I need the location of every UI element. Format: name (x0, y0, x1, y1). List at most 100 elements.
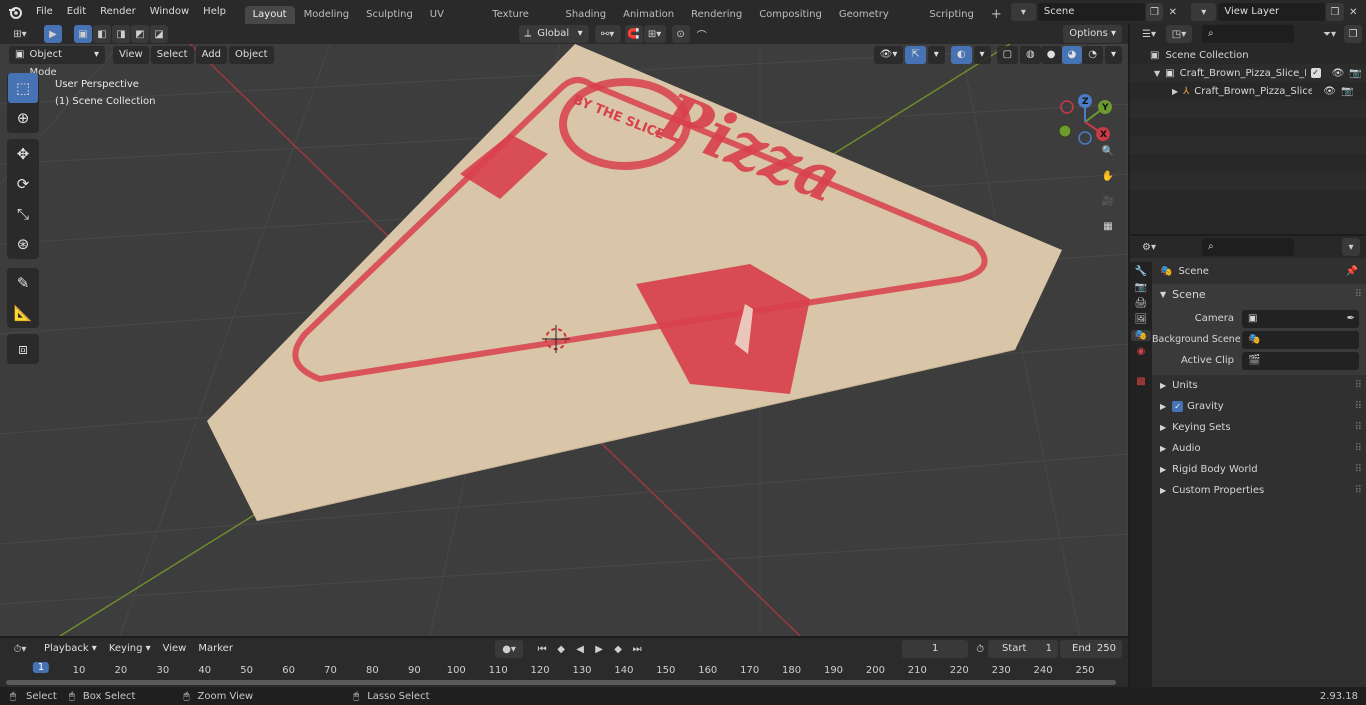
new-scene-icon[interactable]: ❐ (1145, 3, 1164, 21)
select-menu[interactable]: Select (150, 46, 194, 64)
eye-icon[interactable]: 👁 (1323, 86, 1336, 97)
units-panel[interactable]: ▶ Units ⠿ (1152, 375, 1366, 396)
filter-icon[interactable]: ⏷▾ (1323, 29, 1336, 40)
cursor-tool-icon[interactable]: ⊕ (8, 103, 38, 133)
eye-icon[interactable]: 👁 (1332, 68, 1345, 79)
display-mode-icon[interactable]: ◳▾ (1166, 25, 1192, 43)
outliner-editor-type-icon[interactable]: ☰▾ (1136, 25, 1162, 43)
camera-icon[interactable]: 📷 (1349, 68, 1361, 79)
properties-search-input[interactable]: ⌕ (1202, 238, 1294, 256)
gizmo-toggle-icon[interactable]: ⇱ (905, 46, 926, 64)
tab-compositing[interactable]: Compositing (751, 6, 830, 24)
overlays-toggle-icon[interactable]: ◐ (950, 46, 972, 64)
scene-tab-icon[interactable]: 🎭 (1131, 330, 1151, 341)
camera-icon[interactable]: 📷 (1341, 86, 1353, 97)
view-layer-tab-icon[interactable]: 🖼 (1135, 314, 1148, 325)
tool-tab-icon[interactable]: 🔧 (1135, 266, 1147, 277)
drag-handle-icon[interactable]: ⠿ (1355, 380, 1362, 391)
menu-render[interactable]: Render (93, 1, 143, 23)
new-view-layer-icon[interactable]: ❐ (1326, 3, 1344, 21)
menu-help[interactable]: Help (196, 1, 233, 23)
mode-extend-icon[interactable]: ◧ (93, 25, 111, 43)
tab-shading[interactable]: Shading (558, 6, 615, 24)
transform-tool-icon[interactable]: ⊛ (8, 229, 38, 259)
mode-subtract-icon[interactable]: ◨ (112, 25, 130, 43)
custom-properties-panel[interactable]: ▶ Custom Properties ⠿ (1152, 480, 1366, 501)
move-tool-icon[interactable]: ✥ (8, 139, 38, 169)
drag-handle-icon[interactable]: ⠿ (1355, 464, 1362, 475)
shading-dropdown-icon[interactable]: ▾ (1104, 46, 1122, 64)
mode-new-icon[interactable]: ▣ (74, 25, 92, 43)
drag-handle-icon[interactable]: ⠿ (1355, 422, 1362, 433)
solid-shading-icon[interactable]: ● (1040, 46, 1062, 64)
menu-edit[interactable]: Edit (60, 1, 93, 23)
delete-view-layer-icon[interactable]: ✕ (1345, 3, 1362, 21)
snap-icon[interactable]: 🧲 (624, 25, 643, 43)
proportional-edit-icon[interactable]: ⊙ (671, 25, 690, 43)
scale-tool-icon[interactable]: ⤡ (8, 199, 38, 229)
timeline-scrollbar[interactable] (6, 680, 1116, 685)
world-tab-icon[interactable]: ◉ (1137, 346, 1146, 357)
audio-panel[interactable]: ▶ Audio ⠿ (1152, 438, 1366, 459)
add-menu[interactable]: Add (195, 46, 227, 64)
camera-view-icon[interactable]: 🎥 (1098, 192, 1118, 212)
tab-sculpting[interactable]: Sculpting (358, 6, 421, 24)
view-menu[interactable]: View (113, 46, 149, 64)
3d-viewport[interactable]: BY THE SLICE Pizza Y Z X User Perspectiv… (0, 44, 1128, 636)
wireframe-shading-icon[interactable]: ◍ (1020, 46, 1041, 64)
tab-animation[interactable]: Animation (615, 6, 682, 24)
rotate-tool-icon[interactable]: ⟳ (8, 169, 38, 199)
properties-editor-type-icon[interactable]: ⚙▾ (1136, 238, 1162, 256)
camera-field[interactable]: ▣ ✒ (1242, 309, 1359, 328)
gizmo-dropdown-icon[interactable]: ▾ (927, 46, 945, 64)
editor-type-icon[interactable]: ⊞▾ (6, 25, 34, 43)
blender-logo-icon[interactable] (0, 0, 29, 24)
mode-intersect-icon[interactable]: ◪ (150, 25, 168, 43)
delete-scene-icon[interactable]: ✕ (1164, 3, 1181, 21)
outliner-row[interactable]: ▼ ▣ Craft_Brown_Pizza_Slice_Pack ✓ 👁 📷 (1130, 64, 1366, 82)
tab-layout[interactable]: Layout (244, 6, 295, 24)
view-layer-selector-icon[interactable]: ▾ (1191, 3, 1217, 21)
expand-arrow-icon[interactable]: ▶ (1172, 87, 1178, 96)
falloff-icon[interactable]: ⌒ (691, 25, 713, 43)
scene-selector-icon[interactable]: ▾ (1010, 3, 1036, 21)
drag-handle-icon[interactable]: ⠿ (1355, 289, 1362, 300)
tab-scripting[interactable]: Scripting (921, 6, 981, 24)
object-mode-dropdown[interactable]: ▣ Object Mode ▾ (9, 46, 105, 78)
gravity-panel[interactable]: ▶ ✓ Gravity ⠿ (1152, 396, 1366, 417)
xray-icon[interactable]: ▢ (996, 46, 1019, 64)
rigid-body-world-panel[interactable]: ▶ Rigid Body World ⠿ (1152, 459, 1366, 480)
annotate-tool-icon[interactable]: ✎ (8, 268, 38, 298)
tab-geometry-nodes[interactable]: Geometry Nodes (831, 6, 921, 38)
texture-tab-icon[interactable]: ▩ (1136, 376, 1145, 387)
options-dropdown[interactable]: Options ▾ (1063, 25, 1123, 43)
scene-collection-row[interactable]: ▣ Scene Collection (1130, 46, 1366, 64)
checkbox-icon[interactable]: ✓ (1310, 68, 1321, 78)
select-box-tool-icon[interactable]: ⬚ (8, 73, 38, 103)
output-tab-icon[interactable]: 🖨 (1135, 298, 1148, 309)
scene-field[interactable]: Scene (1037, 3, 1145, 21)
drag-handle-icon[interactable]: ⠿ (1355, 485, 1362, 496)
new-collection-icon[interactable]: ❐ (1344, 25, 1362, 43)
pan-hand-icon[interactable]: ✋ (1098, 167, 1118, 187)
outliner-search-input[interactable]: ⌕ (1202, 25, 1294, 43)
tab-texture-paint[interactable]: Texture Paint (484, 6, 556, 38)
eyedropper-icon[interactable]: ✒ (1347, 310, 1355, 328)
menu-file[interactable]: File (29, 1, 60, 23)
expand-arrow-icon[interactable]: ▼ (1154, 69, 1160, 78)
pin-icon[interactable]: 📌 (1346, 266, 1358, 277)
playhead[interactable]: 1 (32, 662, 50, 673)
render-tab-icon[interactable]: 📷 (1135, 282, 1147, 293)
transform-orientation-dropdown[interactable]: ⟂ Global ▾ (518, 25, 589, 43)
measure-tool-icon[interactable]: 📐 (8, 298, 38, 328)
mode-invert-icon[interactable]: ◩ (131, 25, 149, 43)
properties-options-icon[interactable]: ▾ (1342, 238, 1360, 256)
drag-handle-icon[interactable]: ⠿ (1355, 401, 1362, 412)
tab-rendering[interactable]: Rendering (683, 6, 750, 24)
tab-modeling[interactable]: Modeling (296, 6, 358, 24)
overlays-dropdown-icon[interactable]: ▾ (973, 46, 991, 64)
select-tool-icon[interactable]: ▶ (44, 25, 62, 43)
visibility-icon[interactable]: 👁▾ (873, 46, 904, 64)
outliner-row[interactable]: ▶ ⅄ Craft_Brown_Pizza_Slice_ 👁 📷 (1130, 82, 1366, 100)
scene-panel-header[interactable]: ▼ Scene ⠿ (1152, 284, 1366, 305)
